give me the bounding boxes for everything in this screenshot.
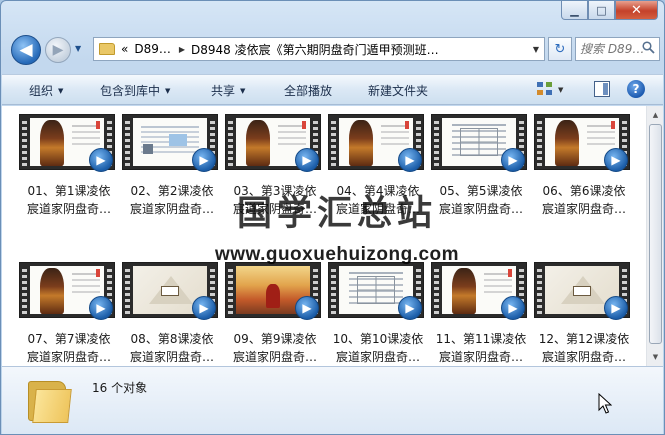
file-name-line2: 宸道家阴盘奇… xyxy=(26,350,111,364)
explorer-window: ▁ □ ✕ ◀ ▶ ▼ « D89… ▶ D8948 凌依宸《第六期阴盘奇门遁甲… xyxy=(0,0,665,435)
chevron-down-icon: ▼ xyxy=(165,87,171,95)
file-name-line2: 宸道家阴盘奇… xyxy=(129,202,214,216)
file-name-line1: 04、第4课凌依 xyxy=(336,184,420,198)
file-name[interactable]: 06、第6课凌依 宸道家阴盘奇… xyxy=(530,182,638,218)
search-box[interactable] xyxy=(575,37,660,61)
media-player-icon: ▶ xyxy=(89,296,113,320)
file-name[interactable]: 02、第2课凌依 宸道家阴盘奇… xyxy=(118,182,226,218)
item-count: 16 个对象 xyxy=(92,381,148,395)
file-name-line1: 09、第9课凌依 xyxy=(233,332,317,346)
file-name[interactable]: 12、第12课凌依 宸道家阴盘奇… xyxy=(530,330,638,366)
media-player-icon: ▶ xyxy=(192,148,216,172)
file-name-line1: 03、第3课凌依 xyxy=(233,184,317,198)
media-player-icon: ▶ xyxy=(604,148,628,172)
file-name-line1: 05、第5课凌依 xyxy=(439,184,523,198)
folder-icon xyxy=(99,43,115,55)
search-input[interactable] xyxy=(580,42,644,56)
address-segment-current[interactable]: D8948 凌依宸《第六期阴盘奇门遁甲预测班… xyxy=(191,41,439,58)
chevron-down-icon: ▼ xyxy=(58,87,64,95)
file-name-line2: 宸道家阴盘奇… xyxy=(232,202,317,216)
forward-button[interactable]: ▶ xyxy=(45,37,71,63)
file-list: ▶ 01、第1课凌依 宸道家阴盘奇… ▶ 02、第2课凌依 宸道家阴盘奇… ▶ 03、第3课凌… xyxy=(2,106,663,366)
file-name-line1: 06、第6课凌依 xyxy=(542,184,626,198)
back-button[interactable]: ◀ xyxy=(11,35,41,65)
media-player-icon: ▶ xyxy=(604,296,628,320)
file-name-line2: 宸道家阴盘奇… xyxy=(438,350,523,364)
vertical-scrollbar[interactable]: ▲ ▼ xyxy=(646,106,663,366)
file-name[interactable]: 08、第8课凌依 宸道家阴盘奇… xyxy=(118,330,226,366)
command-bar: 组织 ▼ 包含到库中 ▼ 共享 ▼ 全部播放 新建文件夹 ▼ ? xyxy=(2,74,663,105)
mouse-cursor-icon xyxy=(598,392,613,415)
navigation-bar: ◀ ▶ ▼ « D89… ▶ D8948 凌依宸《第六期阴盘奇门遁甲预测班… ▼… xyxy=(7,31,660,67)
new-folder-button[interactable]: 新建文件夹 xyxy=(368,82,428,99)
file-name-line2: 宸道家阴盘奇… xyxy=(26,202,111,216)
media-player-icon: ▶ xyxy=(501,148,525,172)
file-name-line1: 07、第7课凌依 xyxy=(27,332,111,346)
details-pane: 16 个对象 xyxy=(2,366,663,434)
include-in-library-label: 包含到库中 xyxy=(100,84,161,98)
refresh-button[interactable]: ↻ xyxy=(548,37,572,61)
file-name-line1: 01、第1课凌依 xyxy=(27,184,111,198)
media-player-icon: ▶ xyxy=(398,148,422,172)
file-name[interactable]: 10、第10课凌依 宸道家阴盘奇… xyxy=(324,330,432,366)
chevron-right-icon[interactable]: ▶ xyxy=(179,45,185,54)
file-name-line2: 宸道家阴盘奇… xyxy=(335,202,420,216)
file-name-line2: 宸道家阴盘奇… xyxy=(438,202,523,216)
file-name[interactable]: 11、第11课凌依 宸道家阴盘奇… xyxy=(427,330,535,366)
file-name-line1: 11、第11课凌依 xyxy=(435,332,527,346)
file-name[interactable]: 01、第1课凌依 宸道家阴盘奇… xyxy=(15,182,123,218)
media-player-icon: ▶ xyxy=(192,296,216,320)
view-options-dropdown[interactable]: ▼ xyxy=(558,86,563,94)
recent-pages-dropdown[interactable]: ▼ xyxy=(75,44,81,53)
file-name[interactable]: 07、第7课凌依 宸道家阴盘奇… xyxy=(15,330,123,366)
play-all-button[interactable]: 全部播放 xyxy=(284,82,332,99)
change-view-icon[interactable] xyxy=(536,80,554,98)
scroll-down-button[interactable]: ▼ xyxy=(648,349,663,365)
search-icon[interactable] xyxy=(642,41,655,58)
file-name-line2: 宸道家阴盘奇… xyxy=(541,202,626,216)
file-name[interactable]: 09、第9课凌依 宸道家阴盘奇… xyxy=(221,330,329,366)
address-dropdown[interactable]: ▼ xyxy=(533,45,539,54)
file-name-line1: 02、第2课凌依 xyxy=(130,184,214,198)
file-name-line2: 宸道家阴盘奇… xyxy=(335,350,420,364)
media-player-icon: ▶ xyxy=(89,148,113,172)
share-label: 共享 xyxy=(211,84,236,98)
file-name-line1: 08、第8课凌依 xyxy=(130,332,214,346)
address-bar[interactable]: « D89… ▶ D8948 凌依宸《第六期阴盘奇门遁甲预测班… ▼ xyxy=(93,37,545,61)
file-name-line1: 10、第10课凌依 xyxy=(332,332,424,346)
preview-pane-icon[interactable] xyxy=(594,81,610,97)
file-name-line1: 12、第12课凌依 xyxy=(538,332,630,346)
chevron-down-icon: ▼ xyxy=(240,87,246,95)
address-segment-parent[interactable]: D89… xyxy=(134,42,171,56)
minimize-button[interactable]: ▁ xyxy=(561,1,588,20)
scroll-thumb[interactable] xyxy=(649,124,662,344)
media-player-icon: ▶ xyxy=(501,296,525,320)
file-name-line2: 宸道家阴盘奇… xyxy=(129,350,214,364)
media-player-icon: ▶ xyxy=(295,296,319,320)
folder-icon xyxy=(28,377,72,423)
help-icon[interactable]: ? xyxy=(627,80,645,98)
file-name[interactable]: 03、第3课凌依 宸道家阴盘奇… xyxy=(221,182,329,218)
organize-menu[interactable]: 组织 ▼ xyxy=(29,82,63,99)
media-player-icon: ▶ xyxy=(295,148,319,172)
scroll-up-button[interactable]: ▲ xyxy=(648,107,663,123)
maximize-button[interactable]: □ xyxy=(588,1,615,20)
address-overflow[interactable]: « xyxy=(121,42,128,56)
organize-label: 组织 xyxy=(29,84,54,98)
window-controls: ▁ □ ✕ xyxy=(561,1,658,20)
share-menu[interactable]: 共享 ▼ xyxy=(211,82,245,99)
file-name-line2: 宸道家阴盘奇… xyxy=(541,350,626,364)
close-button[interactable]: ✕ xyxy=(615,1,658,20)
media-player-icon: ▶ xyxy=(398,296,422,320)
file-name[interactable]: 04、第4课凌依 宸道家阴盘奇… xyxy=(324,182,432,218)
file-name[interactable]: 05、第5课凌依 宸道家阴盘奇… xyxy=(427,182,535,218)
file-name-line2: 宸道家阴盘奇… xyxy=(232,350,317,364)
include-in-library-menu[interactable]: 包含到库中 ▼ xyxy=(100,82,170,99)
